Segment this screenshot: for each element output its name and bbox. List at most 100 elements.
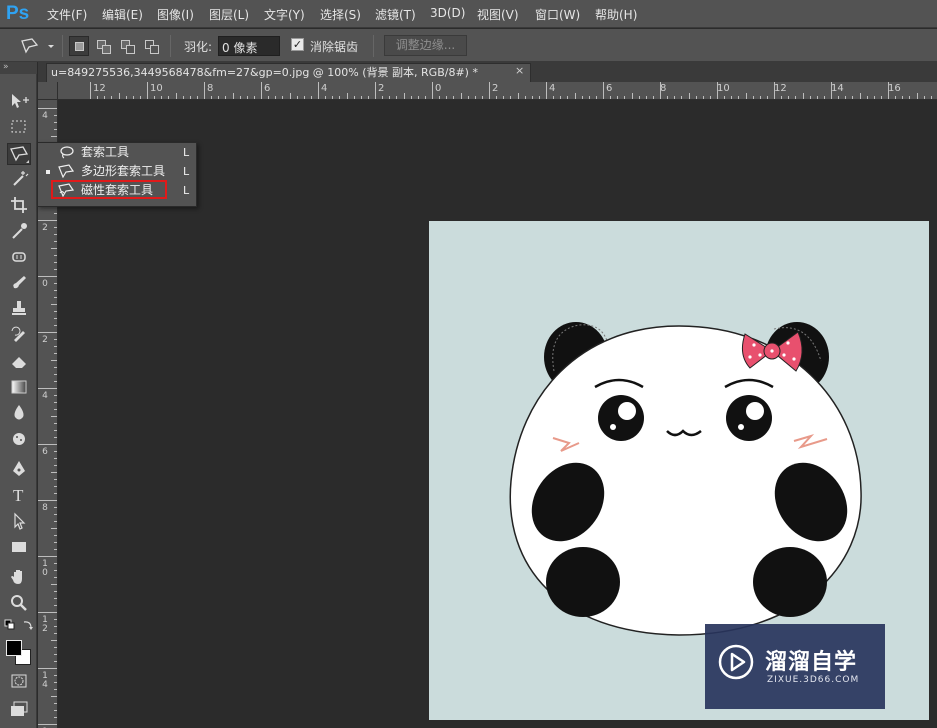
screen-mode-button[interactable]: [7, 699, 31, 721]
gradient-tool[interactable]: [7, 377, 31, 399]
menu-view[interactable]: 视图(V): [477, 6, 519, 23]
ruler-label: 16: [888, 83, 901, 94]
polygonal-lasso-icon: [21, 38, 54, 54]
feather-label: 羽化:: [184, 40, 213, 54]
menu-3d[interactable]: 3D(D): [430, 6, 465, 20]
magic-wand-tool[interactable]: [7, 169, 31, 191]
horizontal-ruler[interactable]: 12 10 8 6 4 2 0 2 4 6 8 10 12 14 16: [58, 82, 937, 100]
watermark-title: 溜溜自学: [765, 650, 858, 675]
path-selection-tool[interactable]: [7, 511, 31, 533]
zoom-icon: [11, 595, 27, 611]
hand-icon: [11, 570, 22, 584]
intersect-selection-button[interactable]: [141, 36, 161, 56]
ruler-label: 0: [435, 83, 442, 94]
lasso-tool-flyout: 套索工具 L 多边形套索工具 L 磁性套索工具 L: [37, 142, 197, 207]
move-tool[interactable]: [7, 91, 31, 113]
swap-colors-icon[interactable]: [22, 619, 34, 631]
add-to-selection-button[interactable]: [93, 36, 113, 56]
subtract-from-selection-button[interactable]: [117, 36, 137, 56]
dodge-tool[interactable]: [7, 429, 31, 451]
photoshop-logo: Ps: [6, 3, 30, 24]
close-tab-icon[interactable]: ×: [515, 64, 524, 77]
lasso-tool[interactable]: [7, 143, 31, 165]
ruler-label: 2: [492, 83, 499, 94]
eraser-tool[interactable]: [7, 351, 31, 373]
type-tool[interactable]: T: [7, 485, 31, 507]
tool-preset-picker[interactable]: [18, 35, 58, 57]
zoom-tool[interactable]: [7, 593, 31, 615]
menu-select[interactable]: 选择(S): [320, 6, 361, 23]
options-bar: 羽化: 0 像素 ✓ 消除锯齿 调整边缘...: [0, 29, 937, 62]
quick-mask-icon: [11, 674, 27, 688]
flyout-item-polygonal-lasso[interactable]: 多边形套索工具 L: [38, 162, 196, 181]
marquee-tool[interactable]: [7, 117, 31, 139]
stamp-icon: [12, 301, 26, 315]
blur-drop-icon: [14, 405, 24, 420]
ruler-label: 10: [150, 83, 163, 94]
arrow-cursor-icon: [14, 512, 26, 530]
brush-tool[interactable]: [7, 273, 31, 295]
divider: [373, 35, 374, 57]
rectangle-tool[interactable]: [7, 537, 31, 559]
ruler-label: 14: [42, 671, 48, 690]
eyedropper-tool[interactable]: [7, 221, 31, 243]
menu-edit[interactable]: 编辑(E): [102, 6, 143, 23]
feather-input[interactable]: 0 像素: [218, 36, 280, 56]
document-tab-bar: u=849275536,3449568478&fm=27&gp=0.jpg @ …: [38, 62, 937, 82]
hand-tool[interactable]: [7, 567, 31, 589]
antialias-label: 消除锯齿: [310, 40, 359, 54]
antialias-checkbox[interactable]: ✓: [291, 38, 304, 51]
ruler-label: 12: [774, 83, 787, 94]
bandage-icon: [12, 252, 26, 262]
ruler-label: 8: [660, 83, 667, 94]
play-logo-icon: [718, 644, 754, 680]
clone-stamp-tool[interactable]: [7, 299, 31, 321]
ruler-label: 4: [321, 83, 328, 94]
lasso-icon: [60, 146, 74, 159]
magic-wand-icon: [13, 171, 29, 186]
healing-brush-tool[interactable]: [7, 247, 31, 269]
ruler-label: 10: [717, 83, 730, 94]
refine-edge-button[interactable]: 调整边缘...: [384, 35, 467, 56]
ruler-label: 6: [606, 83, 613, 94]
polygonal-lasso-icon: [58, 164, 74, 178]
foreground-color-swatch[interactable]: [6, 640, 22, 656]
ruler-label: 4: [549, 83, 556, 94]
ruler-label: 4: [42, 391, 48, 401]
menu-file[interactable]: 文件(F): [47, 6, 87, 23]
brush-icon: [13, 276, 26, 289]
ruler-label: 12: [42, 615, 48, 634]
ruler-label: 6: [264, 83, 271, 94]
pen-tool[interactable]: [7, 459, 31, 481]
quick-mask-button[interactable]: [7, 671, 31, 693]
default-colors-icon[interactable]: [4, 619, 16, 631]
current-tool-indicator: [46, 170, 50, 174]
menu-image[interactable]: 图像(I): [157, 6, 194, 23]
type-icon: T: [13, 486, 24, 505]
move-icon: [12, 94, 29, 108]
new-selection-button[interactable]: [69, 36, 89, 56]
gradient-icon: [11, 380, 27, 394]
document-tab[interactable]: u=849275536,3449568478&fm=27&gp=0.jpg @ …: [46, 63, 531, 82]
chevron-down-icon: [48, 45, 54, 48]
menu-type[interactable]: 文字(Y): [264, 6, 305, 23]
ruler-origin[interactable]: [38, 82, 58, 100]
menu-layer[interactable]: 图层(L): [209, 6, 249, 23]
ruler-label: 4: [42, 111, 48, 121]
blur-tool[interactable]: [7, 403, 31, 425]
flyout-item-lasso[interactable]: 套索工具 L: [38, 143, 196, 162]
crop-tool[interactable]: [7, 195, 31, 217]
menu-filter[interactable]: 滤镜(T): [375, 6, 416, 23]
menu-help[interactable]: 帮助(H): [595, 6, 637, 23]
menu-window[interactable]: 窗口(W): [535, 6, 580, 23]
history-brush-tool[interactable]: [7, 325, 31, 347]
ruler-label: 2: [378, 83, 385, 94]
shortcut-label: L: [183, 146, 190, 159]
rect-marquee-icon: [11, 120, 26, 133]
panel-collapse-icon[interactable]: »: [0, 62, 37, 74]
ruler-label: 0: [42, 279, 48, 289]
eyedropper-icon: [12, 223, 27, 239]
screen-mode-icon: [11, 701, 28, 716]
tools-panel: » T: [0, 62, 37, 728]
shortcut-label: L: [183, 184, 190, 197]
